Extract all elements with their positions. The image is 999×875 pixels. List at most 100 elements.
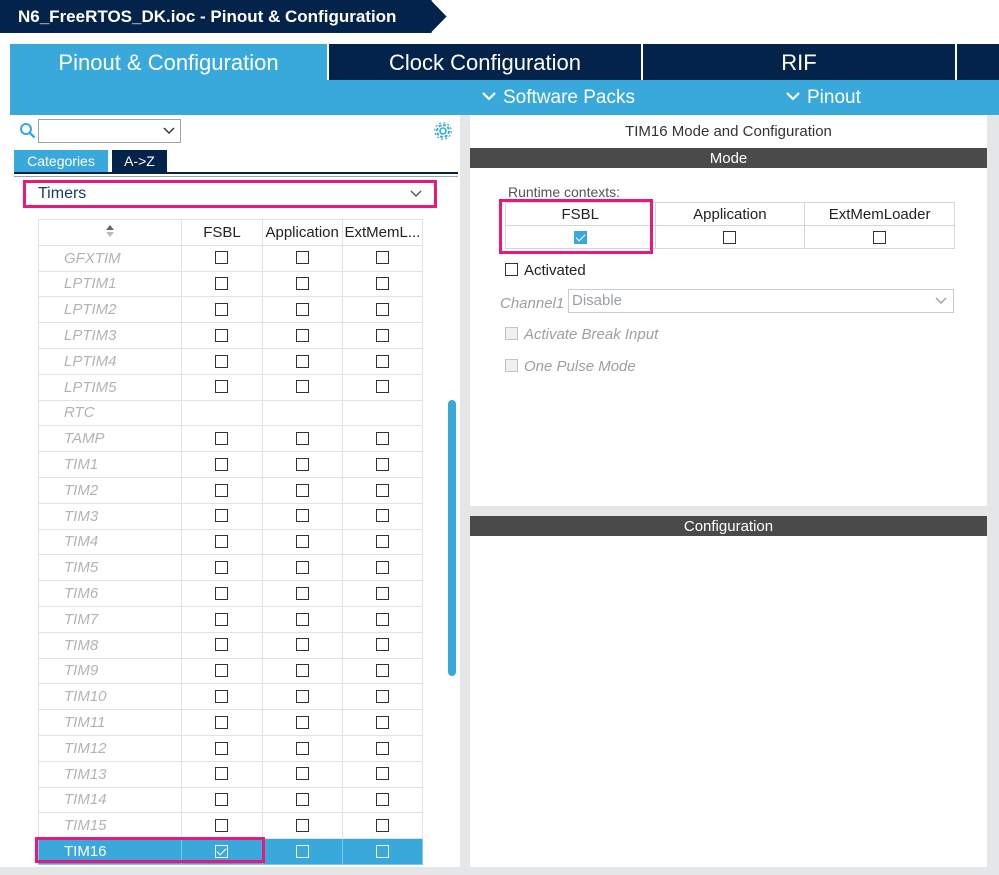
checkbox-application[interactable] — [295, 535, 309, 549]
checkbox-fsbl[interactable] — [215, 277, 229, 291]
table-row[interactable]: LPTIM5 — [37, 373, 424, 401]
checkbox-fsbl[interactable] — [215, 432, 229, 446]
checkbox-application[interactable] — [295, 715, 309, 729]
activate-break-input-checkbox[interactable] — [505, 327, 518, 341]
context-checkbox-application[interactable] — [723, 231, 737, 245]
checkbox-fsbl[interactable] — [215, 380, 229, 394]
checkbox-application[interactable] — [295, 457, 309, 471]
checkbox-extmem[interactable] — [375, 483, 389, 497]
tab-pinout-configuration[interactable]: Pinout & Configuration — [10, 44, 327, 80]
table-row[interactable]: TIM5 — [37, 554, 424, 582]
checkbox-fsbl[interactable] — [215, 612, 229, 626]
checkbox-extmem[interactable] — [375, 380, 389, 394]
one-pulse-mode-option[interactable]: One Pulse Mode — [505, 358, 636, 375]
checkbox-extmem[interactable] — [375, 818, 389, 832]
checkbox-fsbl[interactable] — [215, 741, 229, 755]
table-row[interactable]: TIM6 — [37, 580, 424, 607]
checkbox-extmem[interactable] — [375, 741, 389, 755]
checkbox-application[interactable] — [295, 303, 309, 317]
table-row[interactable]: TIM15 — [37, 812, 424, 840]
checkbox-extmem[interactable] — [375, 715, 389, 729]
checkbox-extmem[interactable] — [375, 354, 389, 368]
checkbox-fsbl[interactable] — [215, 354, 229, 368]
checkbox-application[interactable] — [295, 328, 309, 342]
checkbox-fsbl[interactable] — [215, 767, 229, 781]
checkbox-extmem[interactable] — [375, 561, 389, 575]
checkbox-extmem[interactable] — [375, 586, 389, 600]
column-header-extmem[interactable]: ExtMemL... — [341, 219, 424, 246]
tab-clock-configuration[interactable]: Clock Configuration — [329, 44, 641, 80]
checkbox-application[interactable] — [295, 818, 309, 832]
checkbox-extmem[interactable] — [375, 612, 389, 626]
checkbox-application[interactable] — [295, 793, 309, 807]
checkbox-fsbl[interactable] — [215, 844, 229, 858]
checkbox-application[interactable] — [295, 432, 309, 446]
checkbox-extmem[interactable] — [375, 251, 389, 265]
table-row[interactable]: TIM11 — [37, 709, 424, 736]
checkbox-application[interactable] — [295, 844, 309, 858]
gear-icon[interactable] — [433, 121, 453, 141]
tab-categories[interactable]: Categories — [14, 150, 108, 172]
checkbox-extmem[interactable] — [375, 690, 389, 703]
checkbox-fsbl[interactable] — [215, 328, 229, 342]
checkbox-extmem[interactable] — [375, 277, 389, 291]
table-row[interactable]: GFXTIM — [37, 244, 424, 272]
tab-rif[interactable]: RIF — [643, 44, 955, 80]
checkbox-application[interactable] — [295, 690, 309, 703]
checkbox-fsbl[interactable] — [215, 818, 229, 832]
table-row[interactable]: LPTIM4 — [37, 347, 424, 375]
table-row[interactable]: TAMP — [37, 425, 424, 453]
checkbox-application[interactable] — [295, 664, 309, 678]
checkbox-fsbl[interactable] — [215, 586, 229, 600]
category-filter-dropdown[interactable]: Timers — [23, 180, 437, 208]
activated-option[interactable]: Activated — [505, 262, 586, 279]
checkbox-fsbl[interactable] — [215, 561, 229, 575]
activated-checkbox[interactable] — [505, 263, 518, 277]
channel1-select[interactable]: Disable — [568, 289, 954, 313]
checkbox-fsbl[interactable] — [215, 251, 229, 265]
one-pulse-mode-checkbox[interactable] — [505, 359, 518, 373]
checkbox-extmem[interactable] — [375, 509, 389, 523]
context-checkbox-extmemloader[interactable] — [873, 231, 887, 245]
checkbox-application[interactable] — [295, 586, 309, 600]
checkbox-fsbl[interactable] — [215, 457, 229, 471]
checkbox-application[interactable] — [295, 612, 309, 626]
table-row[interactable]: TIM13 — [37, 760, 424, 788]
search-input[interactable] — [38, 119, 181, 143]
context-checkbox-fsbl[interactable] — [573, 231, 587, 245]
table-row[interactable]: LPTIM2 — [37, 296, 424, 324]
table-row[interactable]: TIM10 — [37, 683, 424, 711]
activate-break-input-option[interactable]: Activate Break Input — [505, 326, 658, 343]
table-row[interactable]: TIM16 — [37, 838, 424, 865]
checkbox-extmem[interactable] — [375, 328, 389, 342]
checkbox-extmem[interactable] — [375, 432, 389, 446]
checkbox-application[interactable] — [295, 509, 309, 523]
pinout-menu[interactable]: Pinout — [786, 80, 861, 115]
checkbox-application[interactable] — [295, 380, 309, 394]
table-row[interactable]: TIM9 — [37, 657, 424, 685]
table-row[interactable]: TIM8 — [37, 631, 424, 659]
checkbox-application[interactable] — [295, 561, 309, 575]
checkbox-fsbl[interactable] — [215, 483, 229, 497]
table-row[interactable]: RTC — [37, 399, 424, 427]
checkbox-extmem[interactable] — [375, 535, 389, 549]
sort-header[interactable] — [37, 219, 183, 246]
checkbox-fsbl[interactable] — [215, 638, 229, 652]
column-header-application[interactable]: Application — [261, 219, 343, 246]
panel-splitter[interactable] — [460, 115, 470, 867]
checkbox-application[interactable] — [295, 354, 309, 368]
table-row[interactable]: TIM1 — [37, 451, 424, 478]
software-packs-menu[interactable]: Software Packs — [482, 80, 635, 115]
checkbox-extmem[interactable] — [375, 638, 389, 652]
checkbox-application[interactable] — [295, 767, 309, 781]
checkbox-extmem[interactable] — [375, 767, 389, 781]
checkbox-application[interactable] — [295, 483, 309, 497]
table-row[interactable]: LPTIM1 — [37, 270, 424, 298]
search-icon[interactable] — [19, 122, 36, 139]
checkbox-extmem[interactable] — [375, 793, 389, 807]
checkbox-extmem[interactable] — [375, 303, 389, 317]
checkbox-extmem[interactable] — [375, 844, 389, 858]
checkbox-application[interactable] — [295, 638, 309, 652]
checkbox-fsbl[interactable] — [215, 303, 229, 317]
checkbox-application[interactable] — [295, 741, 309, 755]
